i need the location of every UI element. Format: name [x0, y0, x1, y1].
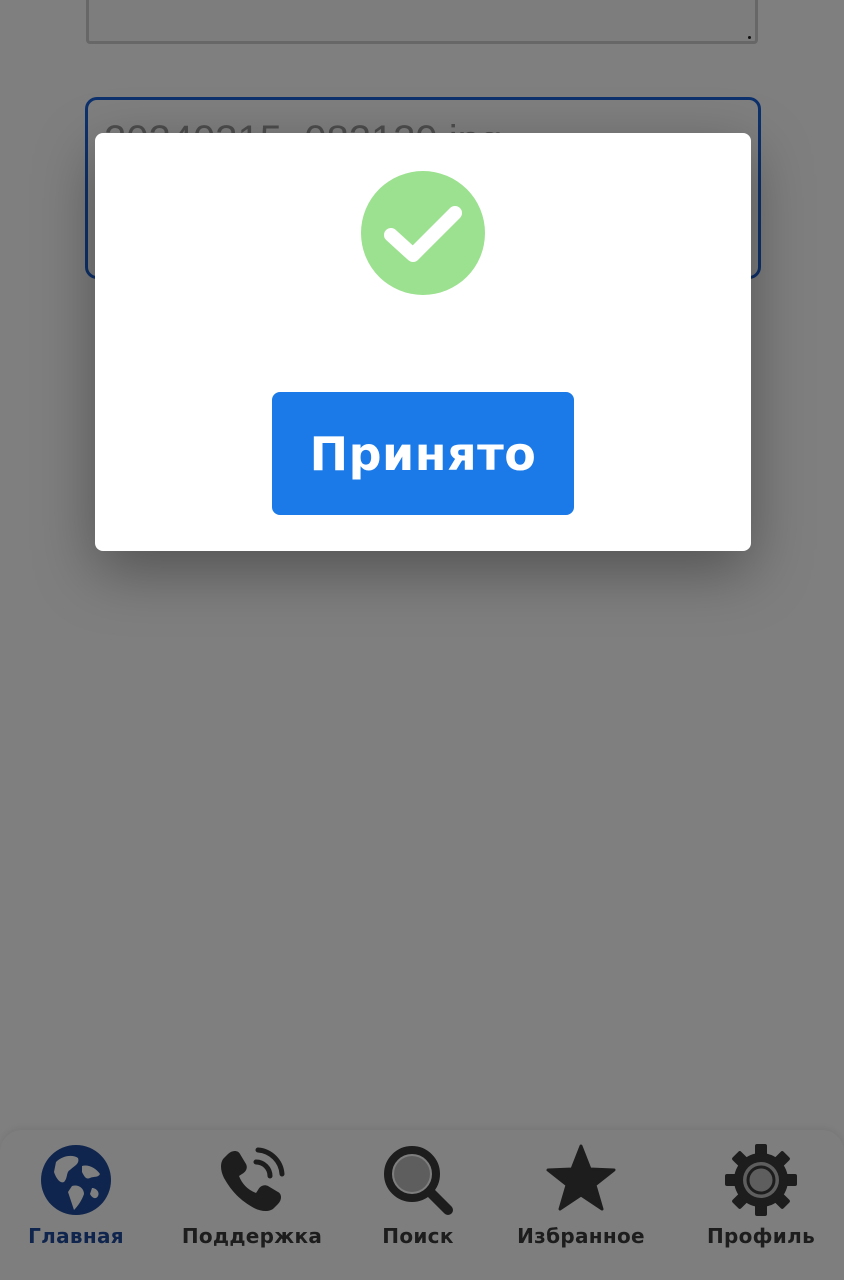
accept-button[interactable]: Принято — [272, 392, 574, 515]
success-dialog: Принято — [95, 133, 751, 551]
check-circle-icon — [361, 171, 485, 295]
